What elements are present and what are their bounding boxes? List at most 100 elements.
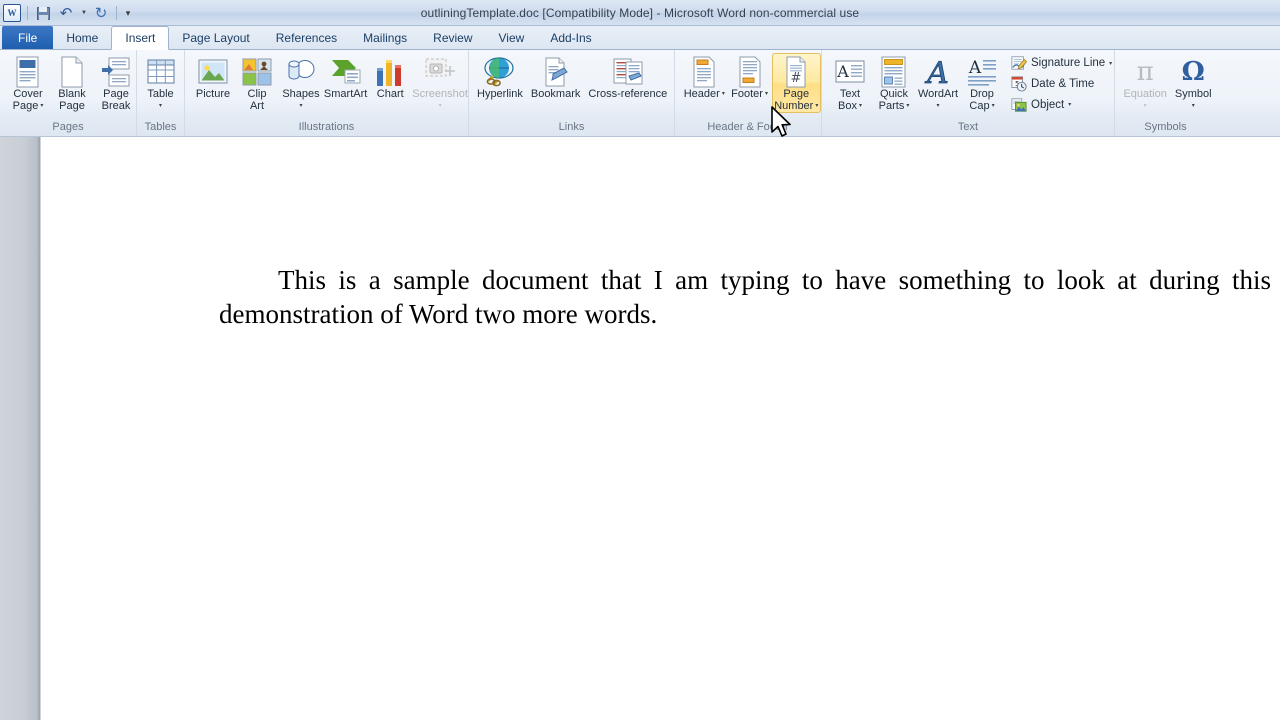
ribbon-button-footer[interactable]: Footer ▾ (728, 53, 772, 102)
ribbon-button-dropdown[interactable]: ▾ (159, 101, 162, 113)
ribbon-button-label2: Break (102, 100, 131, 113)
object-icon (1011, 97, 1027, 113)
floppy-disk-icon (36, 6, 50, 20)
picture-icon (197, 56, 229, 88)
ribbon-button-cover-page[interactable]: Cover Page ▾ (6, 53, 50, 113)
ribbon-button-drop-cap[interactable]: A Drop Cap ▾ (960, 53, 1004, 113)
ribbon-button-label-line2: Number (774, 99, 814, 112)
word-logo-button[interactable]: W (2, 3, 22, 23)
ribbon-group-label: Header & Footer (707, 121, 789, 133)
cross-reference-icon (612, 56, 644, 88)
chevron-down-icon: ▾ (158, 102, 162, 109)
tab-label: View (498, 30, 525, 45)
ribbon-button-label: Table (147, 88, 174, 101)
ribbon-button-label: Header ▾ (684, 88, 725, 101)
ribbon-small-button-label: Object (1031, 98, 1065, 111)
ribbon-button-label-line2: Art (249, 99, 265, 112)
chevron-down-icon[interactable]: ▾ (1068, 101, 1071, 108)
customize-qat-button[interactable]: ▾ (122, 3, 134, 23)
ribbon-button-shapes[interactable]: Shapes ▾ (279, 53, 323, 113)
ribbon-button-smartart[interactable]: SmartArt (323, 53, 368, 102)
date-time-icon: 5 (1011, 76, 1027, 92)
tab-mailings[interactable]: Mailings (350, 26, 420, 49)
ribbon-button-symbol[interactable]: Ω Symbol ▾ (1171, 53, 1216, 113)
tab-review[interactable]: Review (420, 26, 485, 49)
document-area: This is a sample document that I am typi… (0, 137, 1280, 720)
undo-button[interactable]: ↶ (56, 3, 76, 23)
blank-page-icon (56, 56, 88, 88)
ribbon-button-table[interactable]: Table ▾ (139, 53, 183, 113)
tab-label: Review (433, 30, 473, 45)
ribbon-button-label-line1: Picture (195, 88, 231, 100)
ribbon-button-label: SmartArt (324, 88, 367, 101)
chevron-down-icon[interactable]: ▾ (1109, 60, 1112, 67)
ribbon-button-date-time[interactable]: 5 Date & Time (1008, 74, 1115, 95)
ribbon-button-label: Cross-reference (588, 88, 668, 101)
ribbon-button-wordart[interactable]: A WordArt ▾ (916, 53, 960, 113)
chevron-down-icon: ▾ (906, 102, 910, 109)
document-page[interactable]: This is a sample document that I am typi… (40, 137, 1280, 720)
ribbon-button-signature-line[interactable]: Signature Line ▾ (1008, 53, 1115, 74)
ribbon-button-label2: Number ▾ (774, 99, 818, 113)
tab-references[interactable]: References (263, 26, 350, 49)
redo-button[interactable]: ↻ (91, 3, 111, 23)
ribbon: Cover Page ▾ Blank Page Page Break Pages Table ▾ T… (0, 50, 1280, 137)
tab-file[interactable]: File (2, 26, 54, 49)
ribbon-button-label-line1: Cross-reference (588, 88, 668, 100)
tab-label: Home (66, 30, 99, 45)
tab-home[interactable]: Home (53, 26, 111, 49)
ribbon-button-dropdown[interactable]: ▾ (299, 101, 302, 113)
ribbon-button-blank-page[interactable]: Blank Page (50, 53, 94, 113)
save-button[interactable] (33, 3, 53, 23)
page-break-icon (100, 56, 132, 88)
smartart-icon (330, 56, 362, 88)
qat-divider-1 (27, 6, 28, 20)
tab-view[interactable]: View (486, 26, 538, 49)
ribbon-group-label: Tables (144, 121, 177, 133)
ribbon-button-bookmark[interactable]: Bookmark (527, 53, 585, 102)
ribbon-button-clip-art[interactable]: Clip Art (235, 53, 279, 113)
symbol-omega-icon: Ω (1181, 57, 1205, 87)
ribbon-button-cross-reference[interactable]: Cross-reference (584, 53, 671, 102)
ribbon-button-screenshot: Screenshot ▾ (412, 53, 468, 113)
drop-cap-icon: A (966, 56, 998, 88)
quick-parts-icon (878, 56, 910, 88)
svg-text:A: A (836, 62, 849, 81)
qat-divider-2 (116, 6, 117, 20)
tab-add-ins[interactable]: Add-Ins (537, 26, 604, 49)
ribbon-button-quick-parts[interactable]: Quick Parts ▾ (872, 53, 916, 113)
chevron-down-icon: ▾ (1143, 102, 1147, 109)
ribbon-button-picture[interactable]: Picture (191, 53, 235, 102)
ribbon-button-label-line1: Cover (13, 88, 43, 100)
ribbon-button-dropdown[interactable]: ▾ (1144, 101, 1147, 113)
tab-label: Page Layout (182, 30, 250, 45)
document-body-text[interactable]: This is a sample document that I am typi… (219, 263, 1271, 331)
ribbon-button-hyperlink[interactable]: Hyperlink (473, 53, 527, 102)
page-number-icon: # (780, 56, 812, 88)
tab-label: File (18, 30, 38, 45)
chevron-down-icon: ▾ (1191, 102, 1195, 109)
ribbon-button-chart[interactable]: Chart (368, 53, 412, 102)
ribbon-button-label-line2: Cap (969, 99, 990, 112)
tab-label: Mailings (363, 30, 408, 45)
ribbon-button-label-line2: Parts (878, 99, 905, 112)
tab-insert[interactable]: Insert (111, 26, 170, 50)
ribbon-button-header[interactable]: Header ▾ (681, 53, 728, 102)
ribbon-button-object[interactable]: Object ▾ (1008, 94, 1115, 115)
ribbon-button-text-box[interactable]: A Text Box ▾ (828, 53, 872, 113)
tab-page-layout[interactable]: Page Layout (169, 26, 262, 49)
hyperlink-icon (484, 56, 516, 88)
ribbon-group-header-footer: Header ▾ Footer ▾ # Page Number ▾ Header & Foote… (674, 50, 821, 136)
ribbon-button-label-line1: Screenshot (412, 88, 468, 100)
ribbon-button-label-line1: Symbol (1174, 88, 1212, 100)
wordart-icon: A (922, 56, 954, 88)
ribbon-group-label: Pages (52, 121, 84, 133)
svg-text:A: A (968, 58, 982, 78)
undo-dropdown-button[interactable]: ▼ (79, 3, 88, 23)
ribbon-button-label-line1: Table (147, 88, 174, 100)
ribbon-button-dropdown[interactable]: ▾ (1192, 101, 1195, 113)
ribbon-button-page-number[interactable]: # Page Number ▾ (771, 53, 821, 113)
ribbon-button-page-break[interactable]: Page Break (94, 53, 138, 113)
ribbon-button-dropdown[interactable]: ▾ (439, 101, 442, 113)
ribbon-button-dropdown[interactable]: ▾ (936, 101, 939, 113)
